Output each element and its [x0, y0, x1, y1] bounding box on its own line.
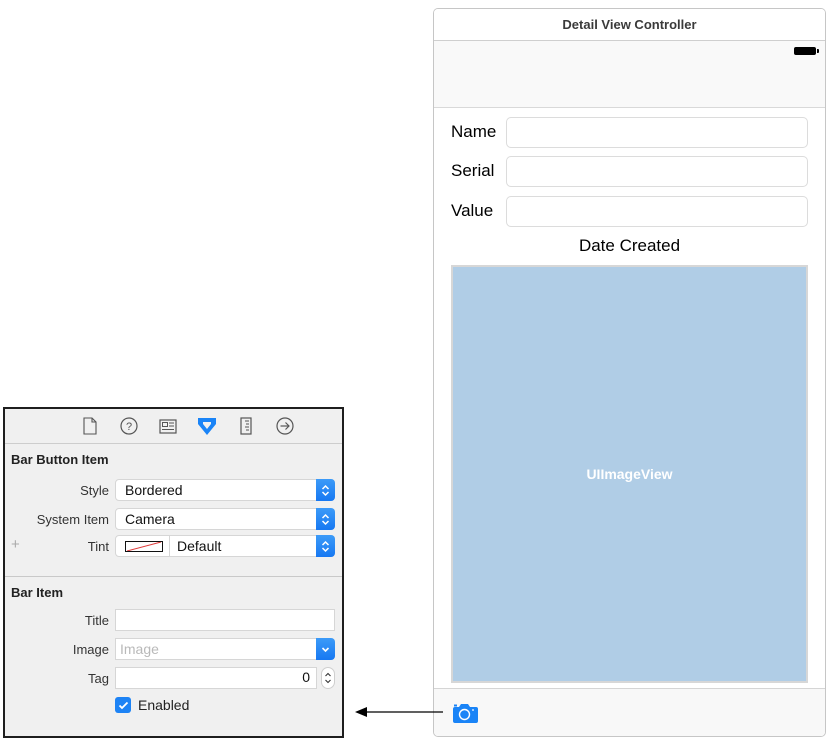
bar-item-title: Bar Item	[11, 585, 64, 600]
camera-icon	[453, 704, 478, 723]
serial-row: Serial	[451, 156, 808, 187]
tab-help[interactable]: ?	[119, 416, 140, 437]
name-field[interactable]	[506, 117, 808, 148]
battery-icon	[794, 47, 819, 55]
svg-text:?: ?	[126, 421, 132, 433]
image-row: Image Image	[5, 638, 342, 660]
tag-label: Tag	[88, 671, 109, 686]
system-item-row: System Item Camera	[5, 508, 342, 530]
tab-connections[interactable]	[275, 416, 296, 437]
scene-title: Detail View Controller	[434, 9, 825, 41]
style-popup[interactable]: Bordered	[115, 479, 335, 501]
enabled-checkbox[interactable]	[115, 697, 131, 713]
attributes-icon	[198, 418, 216, 435]
value-label: Value	[451, 201, 494, 220]
tab-size[interactable]	[236, 416, 257, 437]
system-item-label: System Item	[36, 512, 109, 527]
attributes-inspector: ? Bar Button Item Style Bordered System …	[3, 407, 344, 738]
tab-file[interactable]	[80, 416, 101, 437]
tag-value: 0	[302, 669, 310, 685]
tag-stepper[interactable]	[321, 667, 335, 689]
checkmark-icon	[118, 701, 128, 709]
date-created-label: Date Created	[578, 236, 681, 255]
status-bar	[434, 41, 825, 108]
name-label: Name	[451, 122, 497, 141]
bar-button-item-title: Bar Button Item	[11, 452, 109, 467]
connections-icon	[276, 417, 294, 435]
ruler-icon	[240, 417, 252, 435]
style-value: Bordered	[125, 482, 183, 498]
tab-identity[interactable]	[158, 416, 179, 437]
image-placeholder: Image	[120, 641, 159, 657]
enabled-row: Enabled	[5, 697, 342, 719]
image-combo[interactable]: Image	[115, 638, 335, 660]
detail-view-controller-scene: Detail View Controller Name Serial Value…	[433, 8, 826, 737]
value-field[interactable]	[506, 196, 808, 227]
tag-row: Tag 0	[5, 667, 342, 689]
up-down-chevron-icon	[316, 535, 335, 557]
tag-field[interactable]: 0	[115, 667, 317, 689]
up-down-chevron-icon	[316, 508, 335, 530]
tint-popup[interactable]: Default	[115, 535, 335, 557]
image-view-label: UIImageView	[586, 466, 673, 482]
inspector-tabs: ?	[5, 409, 342, 444]
help-icon: ?	[120, 417, 138, 435]
tint-row: + Tint Default	[5, 535, 342, 557]
system-item-popup[interactable]: Camera	[115, 508, 335, 530]
identity-icon	[159, 418, 177, 434]
name-row: Name	[451, 117, 808, 148]
file-icon	[83, 417, 97, 435]
tint-value: Default	[177, 538, 222, 554]
plus-icon[interactable]: +	[11, 536, 20, 553]
bar-button-item-section: Bar Button Item Style Bordered System It…	[5, 444, 342, 577]
enabled-label: Enabled	[138, 697, 190, 713]
title-field[interactable]	[115, 609, 335, 631]
camera-bar-button[interactable]	[451, 702, 478, 723]
up-down-chevron-icon	[325, 672, 331, 684]
image-label: Image	[72, 642, 109, 657]
chevron-down-icon[interactable]	[316, 638, 335, 660]
bar-item-section: Bar Item Title Image Image Tag 0 Enabled	[5, 577, 342, 737]
style-row: Style Bordered	[5, 479, 342, 501]
tab-attributes[interactable]	[197, 416, 218, 437]
system-item-value: Camera	[125, 511, 175, 527]
tint-label: Tint	[87, 539, 109, 554]
toolbar	[434, 688, 825, 736]
connection-arrow	[355, 707, 443, 717]
tint-swatch[interactable]	[125, 541, 163, 552]
serial-label: Serial	[451, 161, 495, 180]
title-label: Title	[84, 613, 109, 628]
serial-field[interactable]	[506, 156, 808, 187]
image-view[interactable]: UIImageView	[451, 265, 808, 683]
value-row: Value	[451, 196, 808, 227]
up-down-chevron-icon	[316, 479, 335, 501]
style-label: Style	[80, 483, 109, 498]
title-row: Title	[5, 609, 342, 631]
